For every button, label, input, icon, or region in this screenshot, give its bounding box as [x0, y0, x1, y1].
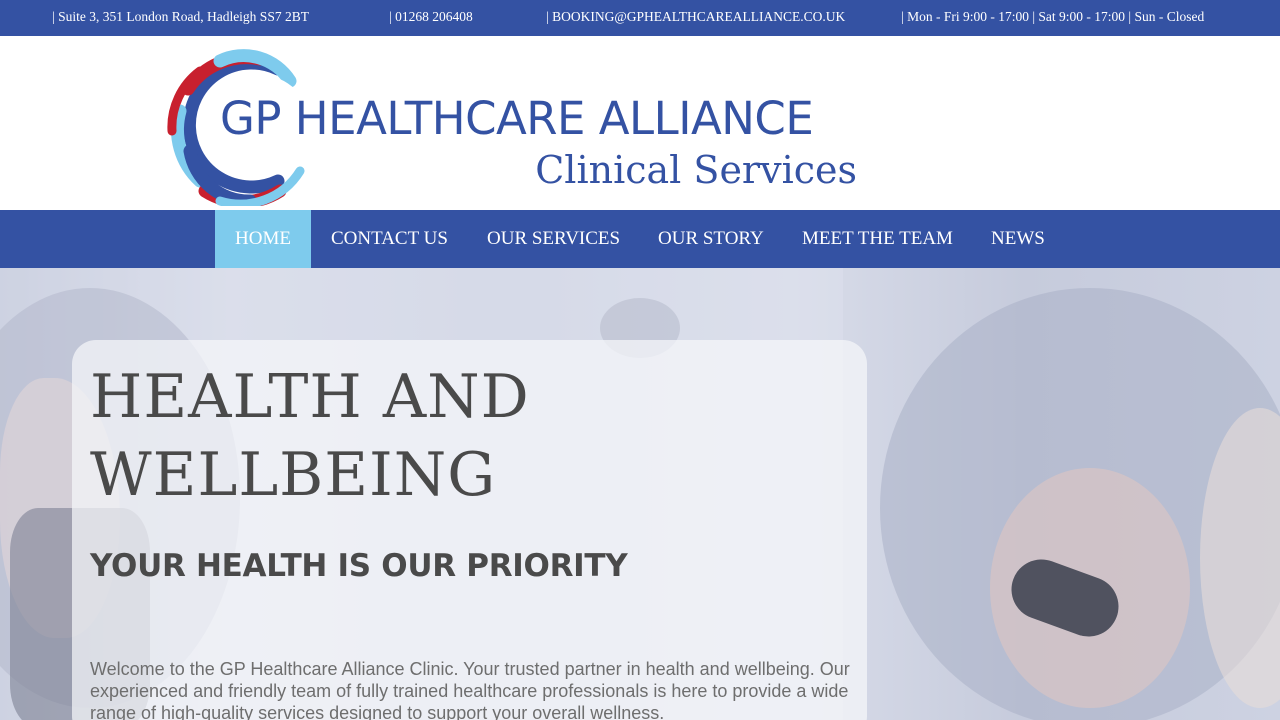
- hero-subtitle: YOUR HEALTH IS OUR PRIORITY: [90, 548, 628, 584]
- opening-hours-text: | Mon - Fri 9:00 - 17:00 | Sat 9:00 - 17…: [901, 9, 1205, 24]
- logo-title[interactable]: GP HEALTHCARE ALLIANCE: [220, 92, 814, 145]
- top-info-bar: | Suite 3, 351 London Road, Hadleigh SS7…: [0, 0, 1280, 36]
- hero-title: HEALTH AND WELLBEING: [90, 362, 530, 510]
- phone-link[interactable]: | 01268 206408: [389, 9, 473, 25]
- hero-intro-text: Welcome to the GP Healthcare Alliance Cl…: [90, 659, 850, 720]
- nav-item-meet-the-team[interactable]: MEET THE TEAM: [802, 210, 953, 268]
- logo-subtitle[interactable]: Clinical Services: [535, 148, 857, 192]
- nav-item-our-story[interactable]: OUR STORY: [658, 210, 764, 268]
- site-header: GP HEALTHCARE ALLIANCE Clinical Services: [0, 36, 1280, 210]
- main-nav: HOME CONTACT US OUR SERVICES OUR STORY M…: [0, 210, 1280, 268]
- email-link[interactable]: | BOOKING@GPHEALTHCAREALLIANCE.CO.UK: [546, 9, 845, 25]
- nav-item-news[interactable]: NEWS: [991, 210, 1045, 268]
- nav-item-home[interactable]: HOME: [215, 210, 311, 268]
- nav-item-contact-us[interactable]: CONTACT US: [331, 210, 448, 268]
- address-text: | Suite 3, 351 London Road, Hadleigh SS7…: [52, 9, 309, 24]
- nav-item-our-services[interactable]: OUR SERVICES: [487, 210, 620, 268]
